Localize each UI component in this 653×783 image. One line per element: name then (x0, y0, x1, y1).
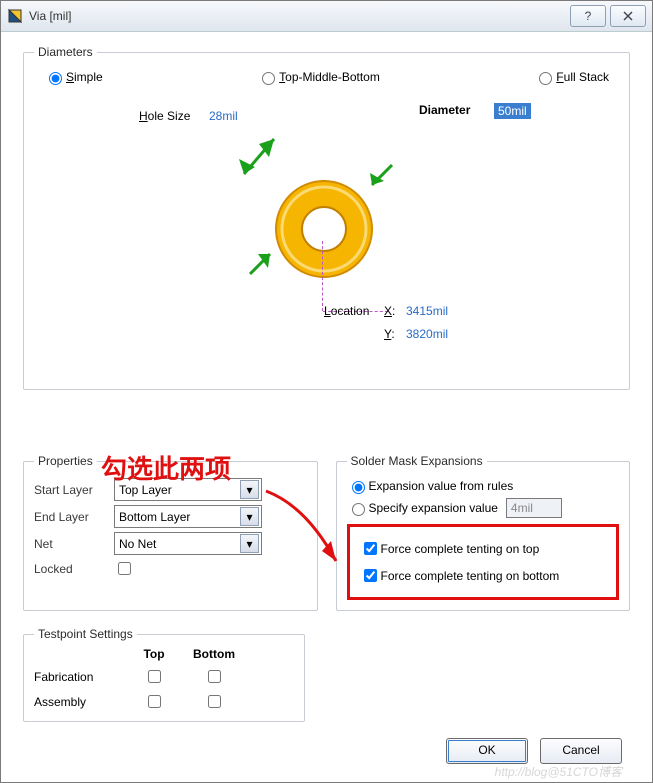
asm-top-checkbox[interactable] (148, 695, 161, 708)
radio-tmb-input[interactable] (262, 72, 275, 85)
net-select[interactable]: No Net ▾ (114, 532, 262, 555)
highlighted-options: Force complete tenting on top Force comp… (347, 524, 620, 600)
check-tent-bottom[interactable]: Force complete tenting on bottom (360, 566, 607, 585)
titlebar: Via [mil] ? (1, 1, 652, 32)
fab-bottom-checkbox[interactable] (208, 670, 221, 683)
via-icon (7, 8, 23, 24)
radio-rules-label: Expansion value from rules (369, 479, 514, 493)
radio-simple-input[interactable] (49, 72, 62, 85)
crosshair-line (322, 241, 323, 311)
arrow-icon (362, 159, 402, 199)
tent-bottom-label: Force complete tenting on bottom (381, 569, 560, 583)
tent-top-label: Force complete tenting on top (381, 542, 540, 556)
radio-simple-label: imple (74, 70, 103, 84)
tp-bottom-header: Bottom (184, 647, 244, 661)
annotation-arrow-icon (256, 486, 356, 576)
radio-full-label: ull Stack (564, 70, 609, 84)
arrow-icon (229, 129, 289, 189)
properties-legend: Properties (34, 454, 97, 468)
diameters-legend: Diameters (34, 45, 97, 59)
location-y-label: Y: (384, 327, 395, 341)
tp-legend: Testpoint Settings (34, 627, 137, 641)
end-layer-select[interactable]: Bottom Layer ▾ (114, 505, 262, 528)
tent-top-checkbox[interactable] (364, 542, 377, 555)
radio-simple[interactable]: Simple (44, 69, 103, 85)
diameter-label: Diameter (419, 103, 470, 117)
via-diagram: Hole Size 28mil Diameter 50mil (34, 89, 619, 379)
locked-label: Locked (34, 562, 114, 576)
hole-size-value[interactable]: 28mil (209, 109, 238, 123)
tp-top-header: Top (124, 647, 184, 661)
hole-size-label: Hole Size (139, 109, 190, 123)
locked-checkbox[interactable] (118, 562, 131, 575)
close-icon (623, 11, 633, 21)
fab-top-checkbox[interactable] (148, 670, 161, 683)
client-area: Diameters Simple Top-Middle-Bottom Full … (1, 31, 652, 782)
ok-button[interactable]: OK (446, 738, 528, 764)
radio-specify[interactable]: Specify expansion value 4mil (347, 498, 620, 518)
tp-asm-label: Assembly (34, 695, 124, 709)
asm-bottom-checkbox[interactable] (208, 695, 221, 708)
close-button[interactable] (610, 5, 646, 27)
radio-tmb-label: op-Middle-Bottom (285, 70, 380, 84)
help-button[interactable]: ? (570, 5, 606, 27)
dialog-window: Via [mil] ? Diameters Simple Top-Middle-… (0, 0, 653, 783)
net-value: No Net (119, 537, 156, 551)
check-tent-top[interactable]: Force complete tenting on top (360, 539, 607, 558)
cancel-button[interactable]: Cancel (540, 738, 622, 764)
diameter-value[interactable]: 50mil (494, 103, 531, 119)
solder-mask-group: Solder Mask Expansions Expansion value f… (336, 454, 631, 611)
diameters-group: Diameters Simple Top-Middle-Bottom Full … (23, 45, 630, 390)
window-title: Via [mil] (29, 9, 566, 23)
expansion-value-input[interactable]: 4mil (506, 498, 562, 518)
radio-full-input[interactable] (539, 72, 552, 85)
radio-specify-label: Specify expansion value (369, 501, 498, 515)
radio-rules[interactable]: Expansion value from rules (347, 478, 620, 494)
net-label: Net (34, 537, 114, 551)
arrow-icon (242, 244, 282, 284)
testpoint-group: Testpoint Settings Top Bottom Fabricatio… (23, 627, 305, 722)
sme-legend: Solder Mask Expansions (347, 454, 487, 468)
radio-tmb[interactable]: Top-Middle-Bottom (257, 69, 380, 85)
tp-fab-label: Fabrication (34, 670, 124, 684)
tent-bottom-checkbox[interactable] (364, 569, 377, 582)
location-x-value[interactable]: 3415mil (406, 304, 448, 318)
end-layer-label: End Layer (34, 510, 114, 524)
location-label: Location (324, 304, 369, 318)
location-x-label: X: (384, 304, 395, 318)
annotation-text: 勾选此两项 (101, 449, 231, 486)
radio-full[interactable]: Full Stack (534, 69, 609, 85)
end-layer-value: Bottom Layer (119, 510, 190, 524)
location-y-value[interactable]: 3820mil (406, 327, 448, 341)
